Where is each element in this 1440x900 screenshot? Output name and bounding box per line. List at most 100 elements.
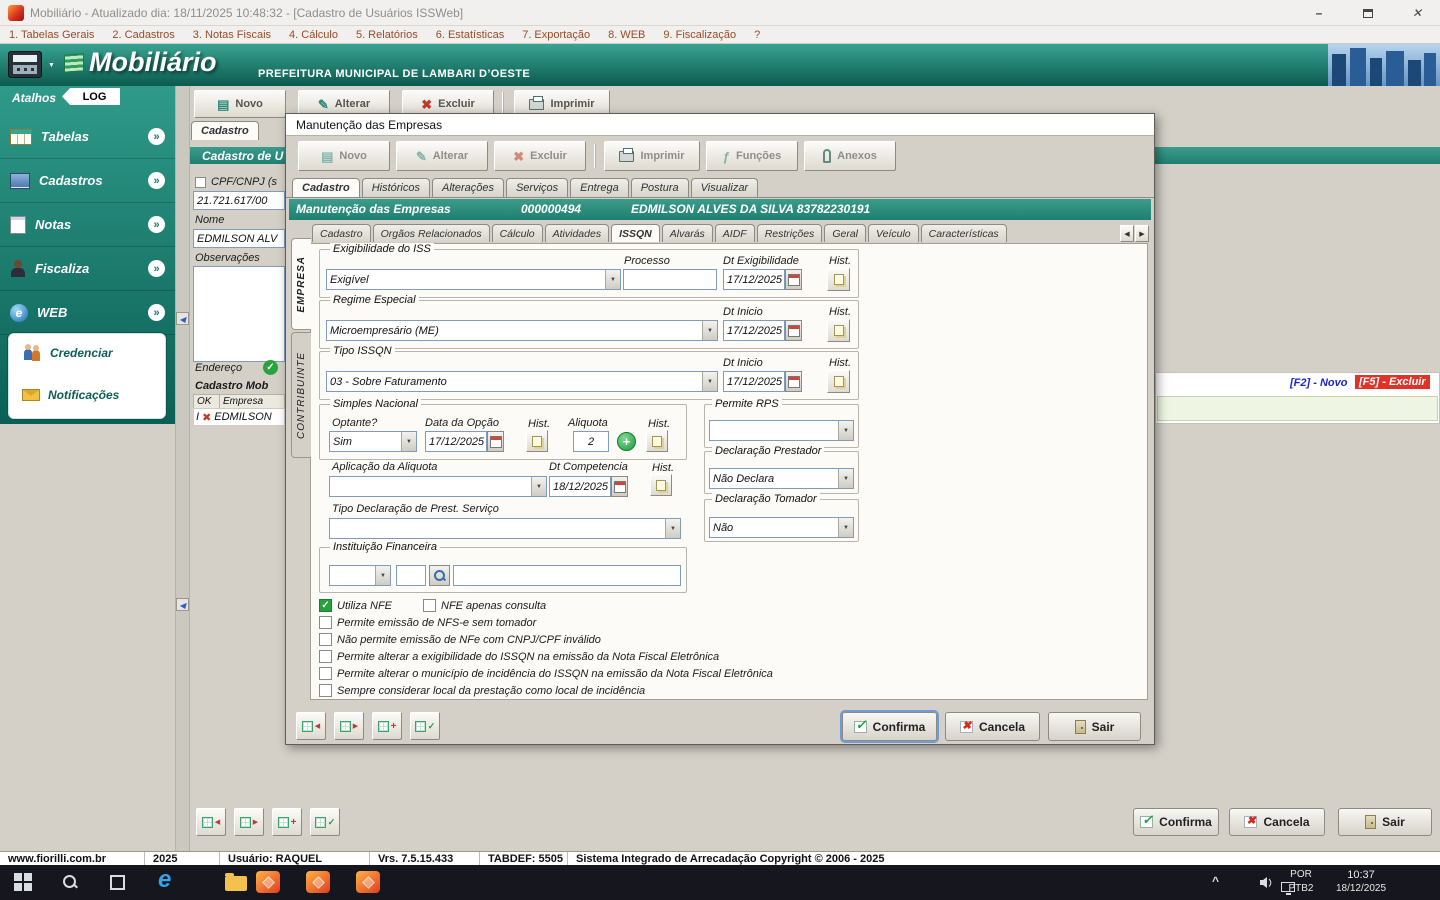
dialog-funcoes-button[interactable]: Funções [706,141,798,171]
sidebar-item-notificacoes[interactable]: Notificações [22,388,119,402]
dialog-titlebar[interactable]: Manutenção das Empresas [286,114,1154,136]
checkbox-alterar-municipio[interactable] [319,667,332,680]
checkbox-local-prestacao[interactable] [319,684,332,697]
dt-competencia-calendar-button[interactable] [611,476,628,497]
bg-tab-cadastro[interactable]: Cadastro [191,121,259,140]
tab-scroll-left-button[interactable] [1120,225,1134,242]
checkbox-nfe-apenas-consulta[interactable] [423,599,436,612]
close-button[interactable] [1394,0,1440,26]
aplicacao-select[interactable] [329,476,547,497]
main-cancela-button[interactable]: Cancela [1229,808,1325,836]
main-confirma-button[interactable]: Confirma [1133,808,1219,836]
main-sair-button[interactable]: Sair [1338,808,1432,836]
side-tab-empresa[interactable]: EMPRESA [291,238,311,330]
combo-arrow[interactable] [702,372,717,391]
instituicao-codigo-input[interactable] [396,565,426,586]
checkbox-alterar-exigibilidade[interactable] [319,650,332,663]
tab-aidf[interactable]: AIDF [715,224,755,242]
tab-entrega[interactable]: Entrega [570,178,629,197]
menu-web[interactable]: 8. WEB [599,29,654,41]
dialog-nav-insert-button[interactable] [296,712,326,740]
nav-post-button[interactable] [310,808,340,836]
aplicacao-history-button[interactable] [650,474,672,496]
dialog-imprimir-button[interactable]: Imprimir [604,141,700,171]
tipo-history-button[interactable] [827,370,850,393]
declaracao-tomador-select[interactable]: Não [709,517,854,538]
declaracao-prestador-select[interactable]: Não Declara [709,468,854,489]
menu-cadastros[interactable]: 2. Cadastros [103,29,183,41]
checkbox-utiliza-nfe[interactable] [319,599,332,612]
checkbox-nfse-sem-tomador[interactable] [319,616,332,629]
simples-history-button[interactable] [526,430,548,452]
tipo-declaracao-select[interactable] [329,518,681,539]
chevron-up-icon[interactable] [148,304,165,321]
chevron-right-icon[interactable] [148,260,165,277]
dt-inicio-tipo-input[interactable]: 17/12/2025 [723,371,785,392]
dt-exigibilidade-input[interactable]: 17/12/2025 [723,269,785,290]
tab-historicos[interactable]: Históricos [362,178,430,197]
nav-add-button[interactable] [272,808,302,836]
tab-scroll-right-button[interactable] [1135,225,1149,242]
dt-inicio-regime-input[interactable]: 17/12/2025 [723,320,785,341]
tray-expand-icon[interactable]: ^ [1212,874,1219,888]
checkbox-cnpj-invalido[interactable] [319,633,332,646]
sidebar-item-notas[interactable]: Notas [0,203,175,247]
nav-insert-button[interactable] [196,808,226,836]
combo-arrow[interactable] [838,469,853,488]
aliquota-history-button[interactable] [646,430,668,452]
banner-dropdown-icon[interactable] [48,62,55,69]
tab-orgaos-relacionados[interactable]: Orgãos Relacionados [373,224,490,242]
cpf-input[interactable]: 21.721.617/00 [193,191,285,210]
optante-select[interactable]: Sim [329,431,417,452]
menu-relatorios[interactable]: 5. Relatórios [347,29,427,41]
data-opcao-input[interactable]: 17/12/2025 [425,431,487,452]
combo-arrow[interactable] [375,566,390,585]
instituicao-nome-input[interactable] [453,565,681,586]
taskbar-search-icon[interactable] [62,874,78,890]
combo-arrow[interactable] [702,321,717,340]
splitter-arrow-top[interactable] [176,312,189,325]
start-button[interactable] [14,873,32,891]
tab-veiculo[interactable]: Veículo [868,224,919,242]
tab-visualizar[interactable]: Visualizar [691,178,759,197]
combo-arrow[interactable] [605,270,620,289]
tab-alteracoes[interactable]: Alterações [432,178,504,197]
task-view-icon[interactable] [110,875,125,890]
menu-calculo[interactable]: 4. Cálculo [280,29,347,41]
log-button[interactable]: LOG [62,88,120,105]
tab-caracteristicas[interactable]: Características [921,224,1007,242]
app-taskbar-icon-3[interactable] [356,871,380,893]
dt-inicio-regime-calendar-button[interactable] [785,320,802,341]
exigibilidade-select[interactable]: Exigível [326,269,621,290]
chevron-right-icon[interactable] [148,172,165,189]
dialog-excluir-button[interactable]: Excluir [494,141,586,171]
tab-postura[interactable]: Postura [631,178,689,197]
dialog-confirma-button[interactable]: Confirma [842,712,937,741]
sidebar-item-tabelas[interactable]: Tabelas [0,115,175,159]
edge-icon[interactable] [158,866,171,894]
chevron-right-icon[interactable] [148,128,165,145]
grid-col-ok[interactable]: OK [193,394,220,409]
menu-notas-fiscais[interactable]: 3. Notas Fiscais [184,29,280,41]
app-taskbar-icon-2[interactable] [306,871,330,893]
tab-geral[interactable]: Geral [824,224,866,242]
dialog-nav-post-button[interactable] [410,712,440,740]
menu-help[interactable]: ? [745,29,769,41]
speaker-icon[interactable] [1259,876,1274,889]
maximize-button[interactable] [1345,0,1391,26]
minimize-button[interactable] [1296,0,1342,26]
combo-arrow[interactable] [401,432,416,451]
clock[interactable]: 10:37 18/12/2025 [1324,868,1398,896]
dialog-nav-add-button[interactable] [372,712,402,740]
sidebar-item-web[interactable]: WEB [0,291,175,335]
tab-servicos[interactable]: Serviços [506,178,568,197]
tab-alvaras[interactable]: Alvarás [662,224,713,242]
dt-competencia-input[interactable]: 18/12/2025 [549,476,611,497]
combo-arrow[interactable] [665,519,680,538]
cpf-checkbox[interactable] [195,177,206,188]
exigibilidade-history-button[interactable] [827,268,850,291]
grid-row-highlight[interactable] [1157,396,1438,421]
dialog-anexos-button[interactable]: Anexos [804,141,896,171]
dialog-novo-button[interactable]: Novo [298,141,390,171]
tab-cadastro-inner[interactable]: Cadastro [312,224,371,242]
